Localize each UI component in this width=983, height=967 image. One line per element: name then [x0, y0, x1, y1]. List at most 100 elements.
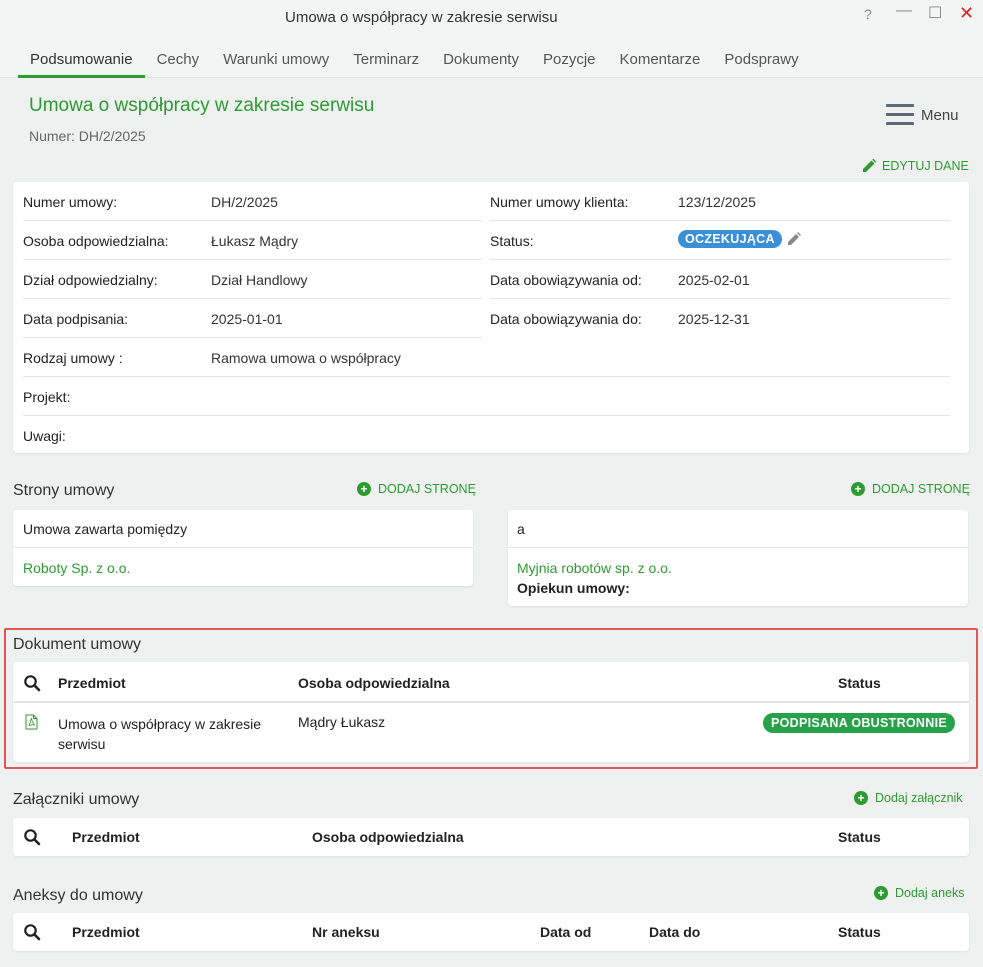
document-subject: Umowa o współpracy w zakresie serwisu — [58, 714, 261, 754]
detail-label: Rodzaj umowy : — [23, 350, 123, 366]
attachments-heading: Załączniki umowy — [13, 791, 140, 808]
plus-circle-icon: + — [854, 791, 868, 805]
detail-value: Łukasz Mądry — [211, 233, 299, 249]
page-title: Umowa o współpracy w zakresie serwisu — [29, 95, 375, 116]
add-party-label: DODAJ STRONĘ — [872, 482, 970, 496]
add-party-left-button[interactable]: + DODAJ STRONĘ — [357, 482, 476, 496]
column-header[interactable]: Przedmiot — [72, 924, 140, 940]
title-bar: Umowa o współpracy w zakresie serwisu ? … — [0, 0, 983, 78]
edit-status-icon[interactable] — [786, 231, 802, 247]
detail-value: Ramowa umowa o współpracy — [211, 350, 401, 366]
detail-label: Data obowiązywania do: — [490, 311, 642, 327]
status-badge: OCZEKUJĄCA — [678, 230, 782, 248]
status-field: OCZEKUJĄCA — [678, 230, 802, 248]
detail-label: Numer umowy klienta: — [490, 194, 629, 210]
detail-row: Data obowiązywania do: 2025-12-31 — [490, 299, 950, 338]
help-icon[interactable]: ? — [864, 6, 872, 22]
tab-bar: Podsumowanie Cechy Warunki umowy Termina… — [18, 50, 811, 78]
add-annex-label: Dodaj aneks — [895, 886, 965, 900]
party-left-header: Umowa zawarta pomiędzy — [23, 521, 188, 537]
detail-label: Dział odpowiedzialny: — [23, 272, 158, 288]
detail-label: Numer umowy: — [23, 194, 118, 210]
plus-circle-icon: + — [851, 482, 865, 496]
column-header[interactable]: Status — [838, 829, 881, 845]
add-party-label: DODAJ STRONĘ — [378, 482, 476, 496]
tab-terminarz[interactable]: Terminarz — [341, 50, 431, 78]
parties-heading: Strony umowy — [13, 482, 115, 499]
pencil-icon — [863, 158, 877, 172]
tab-komentarze[interactable]: Komentarze — [608, 50, 713, 78]
close-icon[interactable]: ✕ — [959, 3, 974, 24]
party-right-header: a — [517, 521, 525, 537]
tab-podsumowanie[interactable]: Podsumowanie — [18, 50, 145, 78]
detail-row: Data obowiązywania od: 2025-02-01 — [490, 260, 950, 299]
minimize-icon[interactable]: — — [896, 2, 912, 20]
plus-circle-icon: + — [874, 886, 888, 900]
search-icon[interactable] — [23, 674, 41, 692]
hamburger-icon — [886, 104, 914, 126]
detail-label: Status: — [490, 233, 534, 249]
column-header[interactable]: Przedmiot — [72, 829, 140, 845]
column-header[interactable]: Osoba odpowiedzialna — [312, 829, 464, 845]
document-table: Przedmiot Osoba odpowiedzialna Status Um… — [13, 662, 969, 762]
tab-podsprawy[interactable]: Podsprawy — [712, 50, 810, 78]
add-attachment-button[interactable]: + Dodaj załącznik — [854, 791, 963, 805]
detail-label: Data podpisania: — [23, 311, 129, 327]
detail-row: Data podpisania: 2025-01-01 — [23, 299, 482, 338]
detail-value: 2025-01-01 — [211, 311, 283, 327]
column-header[interactable]: Przedmiot — [58, 675, 126, 691]
pdf-file-icon — [25, 714, 38, 730]
window-title: Umowa o współpracy w zakresie serwisu — [285, 9, 558, 26]
detail-label: Uwagi: — [23, 428, 66, 444]
tab-pozycje[interactable]: Pozycje — [531, 50, 608, 78]
party-right-card: a Myjnia robotów sp. z o.o. Opiekun umow… — [508, 510, 968, 606]
detail-label: Projekt: — [23, 389, 71, 405]
detail-row-notes: Uwagi: — [23, 416, 950, 455]
detail-row: Numer umowy: DH/2/2025 — [23, 182, 482, 221]
guardian-label: Opiekun umowy: — [517, 580, 630, 596]
document-heading: Dokument umowy — [13, 636, 142, 653]
tab-dokumenty[interactable]: Dokumenty — [431, 50, 531, 78]
annexes-table: Przedmiot Nr aneksu Data od Data do Stat… — [13, 913, 969, 951]
document-person: Mądry Łukasz — [298, 714, 386, 730]
detail-row: Osoba odpowiedzialna: Łukasz Mądry — [23, 221, 482, 260]
document-subject-line: Umowa o współpracy w zakresie — [58, 716, 262, 732]
annexes-heading: Aneksy do umowy — [13, 887, 143, 904]
plus-circle-icon: + — [357, 482, 371, 496]
add-annex-button[interactable]: + Dodaj aneks — [874, 886, 965, 900]
column-header[interactable]: Osoba odpowiedzialna — [298, 675, 450, 691]
party-left-link[interactable]: Roboty Sp. z o.o. — [23, 560, 130, 576]
edit-data-button[interactable]: EDYTUJ DANE — [861, 158, 969, 174]
detail-value: Dział Handlowy — [211, 272, 308, 288]
detail-label: Data obowiązywania od: — [490, 272, 642, 288]
party-left-card: Umowa zawarta pomiędzy Roboty Sp. z o.o. — [13, 510, 473, 586]
document-subject-line: serwisu — [58, 736, 106, 752]
menu-button[interactable]: Menu — [886, 104, 959, 126]
edit-data-label: EDYTUJ DANE — [882, 159, 969, 173]
detail-row: Status: OCZEKUJĄCA — [490, 221, 950, 260]
detail-row: Dział odpowiedzialny: Dział Handlowy — [23, 260, 482, 299]
detail-value: DH/2/2025 — [211, 194, 278, 210]
detail-value: 2025-12-31 — [678, 311, 750, 327]
column-header[interactable]: Status — [838, 675, 881, 691]
add-attachment-label: Dodaj załącznik — [875, 791, 963, 805]
detail-row: Rodzaj umowy : Ramowa umowa o współpracy — [23, 338, 950, 377]
detail-label: Osoba odpowiedzialna: — [23, 233, 169, 249]
tab-cechy[interactable]: Cechy — [145, 50, 212, 78]
tab-warunki-umowy[interactable]: Warunki umowy — [211, 50, 341, 78]
search-icon[interactable] — [23, 923, 41, 941]
details-card: Numer umowy: DH/2/2025 Osoba odpowiedzia… — [13, 182, 969, 453]
search-icon[interactable] — [23, 828, 41, 846]
maximize-icon[interactable]: ☐ — [928, 3, 942, 23]
menu-label: Menu — [921, 106, 959, 124]
column-header[interactable]: Status — [838, 924, 881, 940]
document-status-badge: PODPISANA OBUSTRONNIE — [763, 713, 955, 733]
party-right-link[interactable]: Myjnia robotów sp. z o.o. — [517, 560, 672, 576]
detail-value: 2025-02-01 — [678, 272, 750, 288]
column-header[interactable]: Nr aneksu — [312, 924, 380, 940]
attachments-table: Przedmiot Osoba odpowiedzialna Status — [13, 818, 969, 856]
detail-value: 123/12/2025 — [678, 194, 756, 210]
column-header[interactable]: Data do — [649, 924, 700, 940]
add-party-right-button[interactable]: + DODAJ STRONĘ — [851, 482, 970, 496]
column-header[interactable]: Data od — [540, 924, 591, 940]
